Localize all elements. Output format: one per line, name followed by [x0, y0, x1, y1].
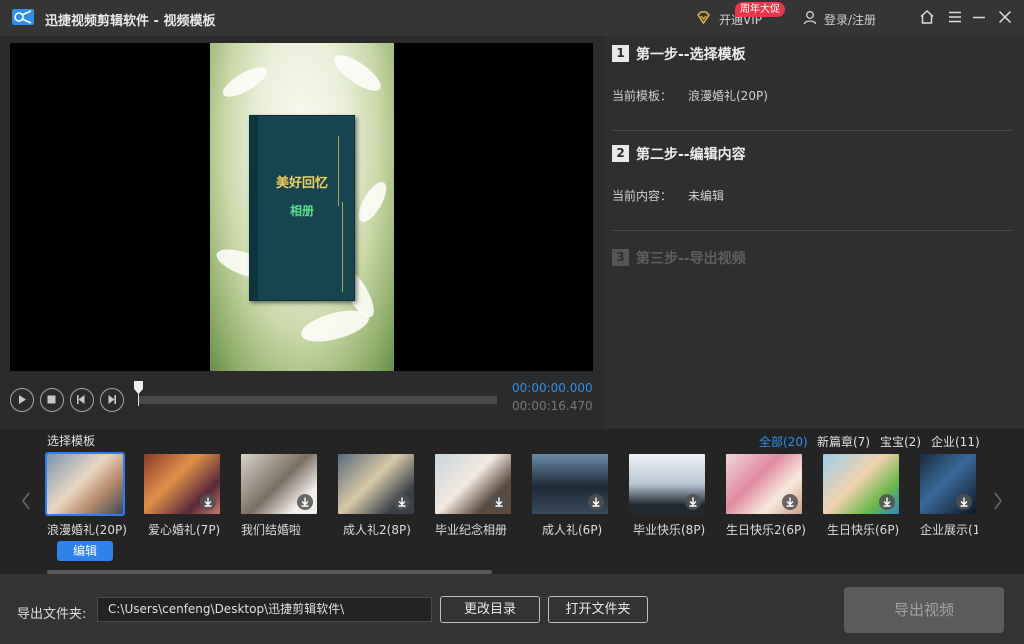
- download-icon[interactable]: [956, 494, 972, 510]
- title-bar: 迅捷视频剪辑软件 - 视频模板 开通VIP 周年大促 登录/注册: [0, 0, 1024, 36]
- play-icon: [19, 395, 26, 404]
- template-label[interactable]: 生日快乐2(6P): [726, 521, 806, 538]
- scroll-right-icon[interactable]: [992, 490, 1004, 512]
- current-template-label: 当前模板：: [612, 89, 673, 103]
- step-1-title: 第一步--选择模板: [636, 47, 746, 63]
- download-icon[interactable]: [879, 494, 895, 510]
- seek-bar[interactable]: [138, 396, 497, 404]
- window-title: 迅捷视频剪辑软件 - 视频模板: [45, 14, 216, 29]
- step-2-title: 第二步--编辑内容: [636, 147, 746, 163]
- template-label[interactable]: 我们结婚啦: [241, 521, 301, 538]
- export-video-button[interactable]: 导出视频: [844, 587, 1004, 633]
- template-thumb-romantic-wedding[interactable]: [45, 452, 125, 516]
- template-thumb-coming-of-age-2[interactable]: [338, 454, 414, 514]
- download-icon[interactable]: [588, 494, 604, 510]
- template-label[interactable]: 毕业快乐(8P): [633, 521, 705, 538]
- step-3-number: 3: [612, 249, 629, 266]
- template-thumb-love-wedding[interactable]: [144, 454, 220, 514]
- current-template-value: 浪漫婚礼(20P): [688, 89, 768, 103]
- close-icon[interactable]: [996, 8, 1014, 26]
- total-time: 00:00:16.470: [512, 399, 593, 413]
- category-business[interactable]: 企业(11): [931, 433, 980, 450]
- template-label[interactable]: 企业展示(1: [920, 521, 978, 538]
- change-directory-button[interactable]: 更改目录: [440, 596, 540, 623]
- vip-diamond-icon[interactable]: [696, 10, 711, 25]
- category-new-chapter[interactable]: 新篇章(7): [817, 433, 870, 450]
- download-icon[interactable]: [491, 494, 507, 510]
- steps-divider: [612, 130, 1013, 131]
- edit-template-button[interactable]: 编辑: [57, 541, 113, 561]
- preview-subtitle-text: 相册: [289, 204, 314, 218]
- promo-badge: 周年大促: [735, 2, 785, 17]
- template-label[interactable]: 毕业纪念相册: [435, 521, 507, 538]
- download-icon[interactable]: [200, 494, 216, 510]
- category-baby[interactable]: 宝宝(2): [880, 433, 921, 450]
- seek-position-line: [138, 392, 139, 406]
- step-1-number: 1: [612, 45, 629, 62]
- login-register-link[interactable]: 登录/注册: [824, 11, 876, 28]
- download-icon[interactable]: [685, 494, 701, 510]
- template-thumb-business[interactable]: [920, 454, 976, 514]
- template-label[interactable]: 成人礼2(8P): [343, 521, 411, 538]
- step-forward-icon: [108, 395, 116, 404]
- select-template-heading: 选择模板: [47, 434, 96, 448]
- output-path-field[interactable]: C:\Users\cenfeng\Desktop\迅捷剪辑软件\: [97, 597, 432, 622]
- album-cover-graphic: 美好回忆 相册: [249, 115, 355, 301]
- current-time: 00:00:00.000: [512, 381, 593, 395]
- menu-icon[interactable]: [946, 8, 964, 26]
- next-frame-button[interactable]: [100, 388, 124, 412]
- step-2-number: 2: [612, 145, 629, 162]
- download-icon[interactable]: [394, 494, 410, 510]
- template-thumb-birthday-2[interactable]: [726, 454, 802, 514]
- current-content-label: 当前内容：: [612, 189, 673, 203]
- open-folder-button[interactable]: 打开文件夹: [548, 596, 648, 623]
- seek-handle[interactable]: [134, 381, 143, 394]
- current-content-value: 未编辑: [688, 189, 725, 203]
- template-thumb-birthday[interactable]: [823, 454, 899, 514]
- template-thumb-graduation-happy[interactable]: [629, 454, 705, 514]
- template-label[interactable]: 成人礼(6P): [542, 521, 602, 538]
- output-folder-label: 导出文件夹:: [17, 607, 87, 622]
- template-label[interactable]: 爱心婚礼(7P): [148, 521, 220, 538]
- template-thumb-graduation-album[interactable]: [435, 454, 511, 514]
- app-logo-icon: [12, 9, 34, 25]
- home-icon[interactable]: [918, 8, 936, 26]
- minimize-icon[interactable]: [970, 8, 988, 26]
- steps-divider: [612, 230, 1013, 231]
- template-thumb-we-married[interactable]: [241, 454, 317, 514]
- step-back-icon: [77, 395, 85, 404]
- template-label[interactable]: 浪漫婚礼(20P): [47, 521, 127, 538]
- category-all[interactable]: 全部(20): [759, 433, 808, 450]
- video-preview[interactable]: 美好回忆 相册: [10, 43, 593, 371]
- user-icon[interactable]: [803, 10, 817, 25]
- stop-button[interactable]: [40, 388, 64, 412]
- scroll-left-icon[interactable]: [20, 490, 32, 512]
- download-icon[interactable]: [782, 494, 798, 510]
- template-label[interactable]: 生日快乐(6P): [827, 521, 899, 538]
- stop-icon: [47, 395, 56, 404]
- template-thumb-coming-of-age[interactable]: [532, 454, 608, 514]
- play-button[interactable]: [10, 388, 34, 412]
- download-icon[interactable]: [297, 494, 313, 510]
- previous-frame-button[interactable]: [70, 388, 94, 412]
- preview-title-text: 美好回忆: [275, 176, 328, 191]
- step-3-title: 第三步--导出视频: [636, 251, 746, 267]
